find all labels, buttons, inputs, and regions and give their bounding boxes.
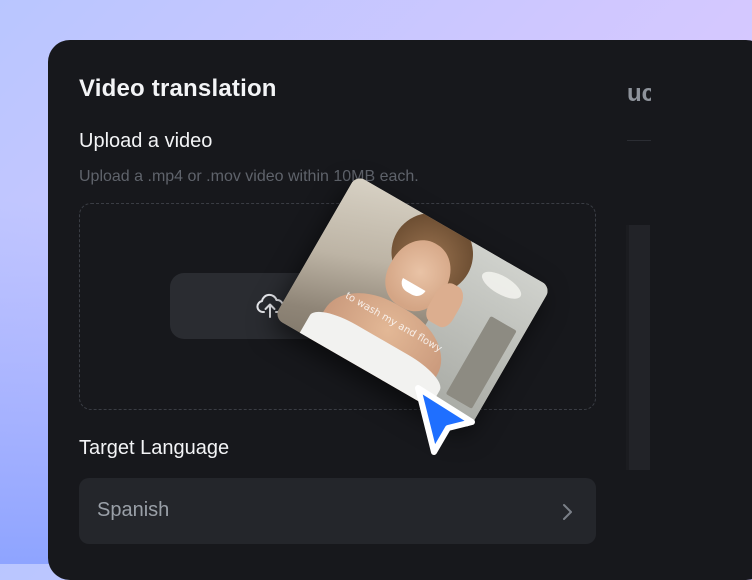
upload-section-label: Upload a video (79, 130, 213, 152)
side-panel-edge (626, 225, 629, 470)
side-panel-divider (627, 140, 651, 141)
target-language-label: Target Language (79, 437, 230, 459)
chevron-right-icon (563, 504, 572, 520)
page-title: Video translation (79, 75, 277, 102)
side-panel-preview (626, 225, 650, 470)
target-language-value: Spanish (97, 499, 170, 521)
side-panel-tab[interactable]: uc (627, 80, 651, 108)
pointer-cursor-icon (415, 385, 475, 455)
target-language-select[interactable]: Spanish (79, 478, 596, 544)
